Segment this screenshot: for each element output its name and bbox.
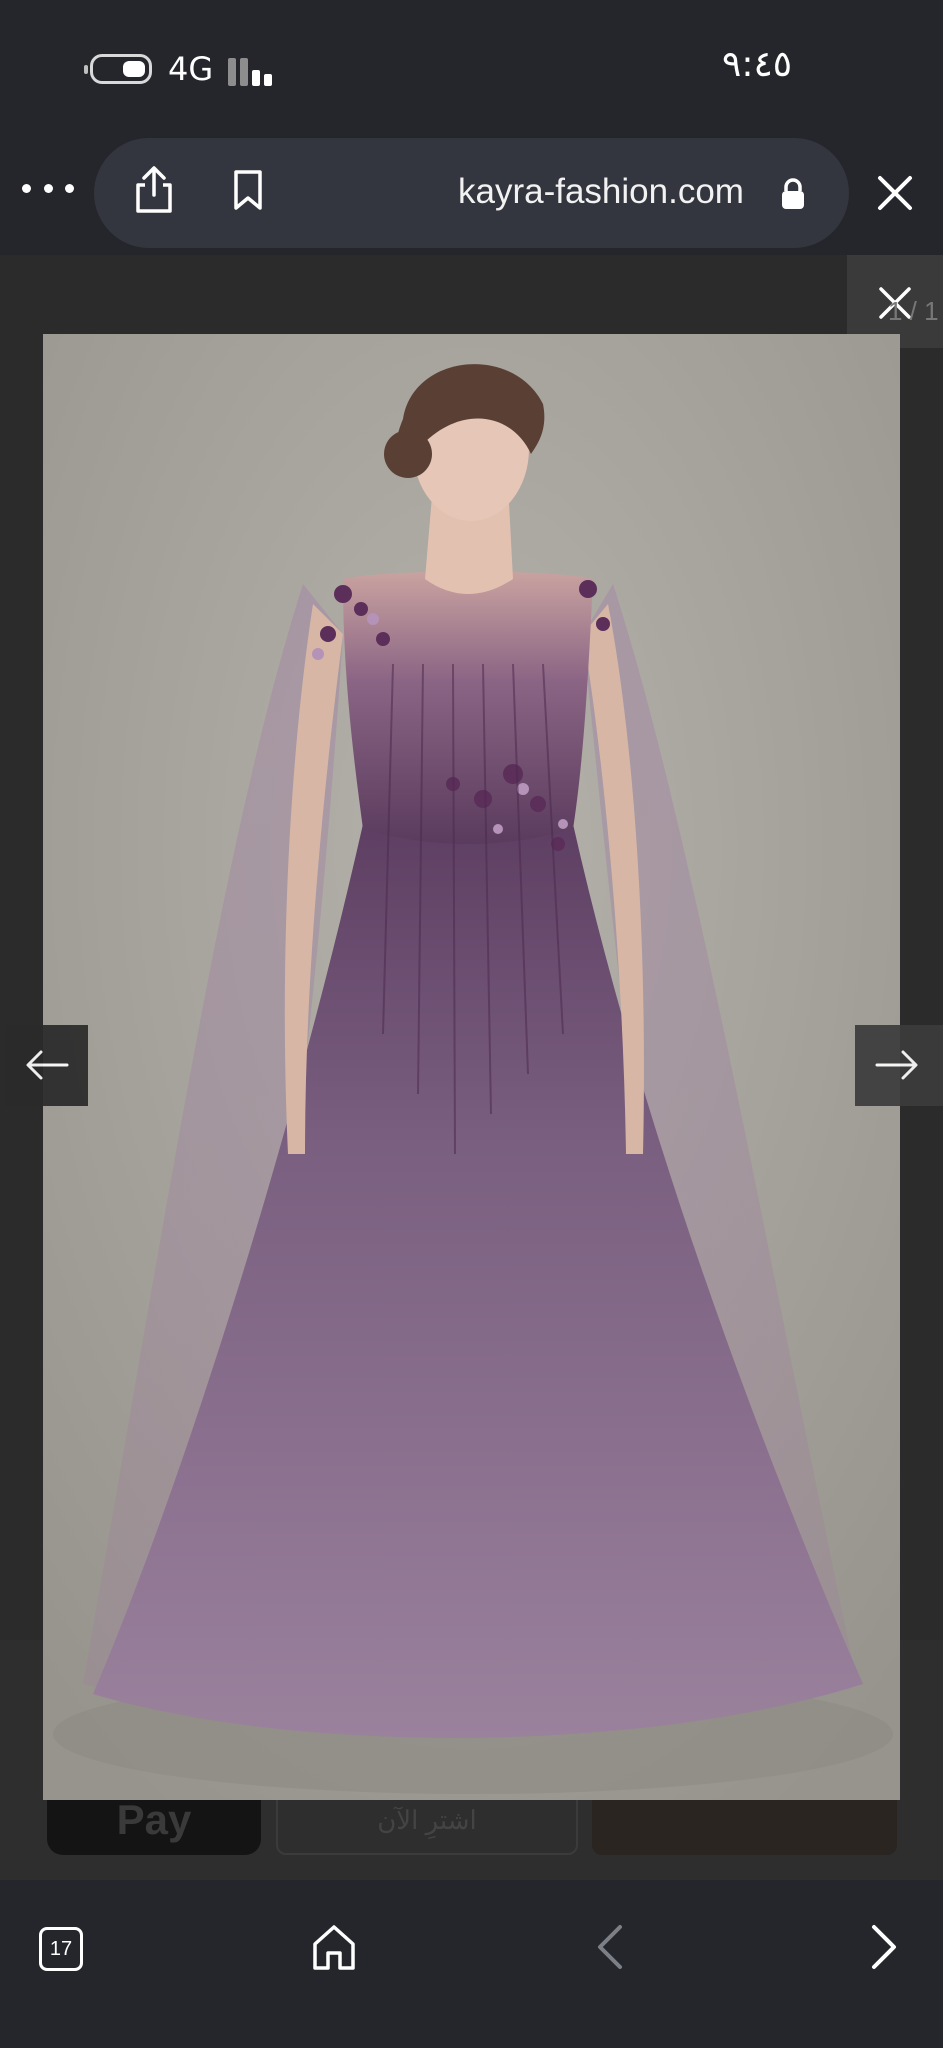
signal-icon [228,56,276,86]
more-icon[interactable] [22,170,74,206]
share-icon[interactable] [130,165,178,215]
back-icon[interactable] [592,1922,628,1972]
previous-image-button[interactable] [5,1025,88,1106]
battery-icon [84,54,152,84]
bookmark-icon[interactable] [224,166,272,214]
clock: ٩:٤٥ [722,44,793,85]
network-type: 4G [168,50,214,88]
status-bar: 4G ٩:٤٥ [0,0,943,130]
forward-icon[interactable] [866,1922,902,1972]
product-image[interactable] [43,334,900,1800]
gown-illustration [43,334,900,1800]
arrow-left-icon [26,1050,69,1080]
close-icon[interactable] [872,170,918,216]
lock-icon [782,178,804,209]
home-icon[interactable] [310,1922,358,1972]
arrow-right-icon [875,1050,918,1080]
tabs-icon[interactable]: 17 [39,1927,83,1971]
browser-bar: kayra-fashion.com [0,130,943,255]
image-counter: 1 / 1 [888,296,939,326]
browser-toolbar: 17 [0,1880,943,2048]
url-text[interactable]: kayra-fashion.com [458,172,744,212]
next-image-button[interactable] [855,1025,943,1106]
